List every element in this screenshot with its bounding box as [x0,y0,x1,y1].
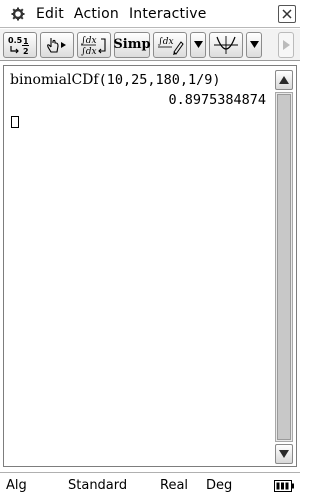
drag-pointer-button[interactable] [40,31,74,58]
integral-transform-icon: ∫dx ∫dx [81,36,106,56]
calculation-history: binomialCDf(10,25,180,1/9) 0.8975384874 [10,72,266,132]
scroll-thumb[interactable] [277,94,291,440]
integral-edit-button[interactable]: ∫dx [153,31,187,58]
scroll-track[interactable] [275,92,293,442]
triangle-down-icon [279,450,289,458]
gear-icon[interactable] [10,6,26,22]
menu-edit[interactable]: Edit [36,6,64,22]
toolbar: 0.5 1 2 ∫dx ∫dx Simp ∫dx [0,29,300,61]
graph-options-dropdown[interactable] [246,31,262,58]
triangle-down-icon [249,41,259,48]
menu-interactive[interactable]: Interactive [129,6,207,22]
input-expression[interactable]: binomialCDf(10,25,180,1/9) [10,72,266,92]
svg-text:0.5: 0.5 [8,36,23,45]
integral-transform-button[interactable]: ∫dx ∫dx [77,31,111,58]
close-icon[interactable] [278,5,296,23]
svg-text:2: 2 [23,47,29,55]
input-line-empty[interactable] [10,112,266,132]
graph-button[interactable] [209,31,243,58]
decimal-fraction-toggle-button[interactable]: 0.5 1 2 [3,31,37,58]
simplify-button[interactable]: Simp [113,31,151,58]
svg-text:∫dx: ∫dx [158,37,174,47]
svg-text:∫dx: ∫dx [81,36,97,46]
svg-text:1: 1 [23,37,29,46]
toolbar-scroll-right-button[interactable] [278,31,294,58]
status-format[interactable]: Standard [68,478,127,493]
integral-options-dropdown[interactable] [190,31,206,58]
status-bar: Alg Standard Real Deg [0,472,300,499]
status-mode[interactable]: Alg [6,478,27,493]
function-arguments: (10,25,180,1/9) [98,72,221,88]
cursor-box-icon [11,116,19,128]
menu-action[interactable]: Action [74,6,119,22]
scroll-down-button[interactable] [275,444,293,464]
hand-pointer-icon [47,37,66,53]
integral-pencil-icon: ∫dx [158,37,184,55]
triangle-right-icon [282,39,290,50]
svg-text:∫dx: ∫dx [81,47,97,56]
output-result: 0.8975384874 [168,92,266,108]
battery-icon [274,480,294,492]
function-name: binomialCDf [10,72,99,88]
status-angle-unit[interactable]: Deg [206,478,232,493]
triangle-up-icon [279,76,289,84]
graph-icon [214,35,238,54]
vertical-scrollbar[interactable] [275,70,293,464]
main-work-area[interactable]: binomialCDf(10,25,180,1/9) 0.8975384874 [3,65,297,467]
menu-bar: Edit Action Interactive [0,0,300,28]
triangle-down-icon [193,41,203,48]
scroll-up-button[interactable] [275,70,293,90]
decimal-fraction-icon: 0.5 1 2 [8,36,29,55]
status-number-domain[interactable]: Real [160,478,188,493]
